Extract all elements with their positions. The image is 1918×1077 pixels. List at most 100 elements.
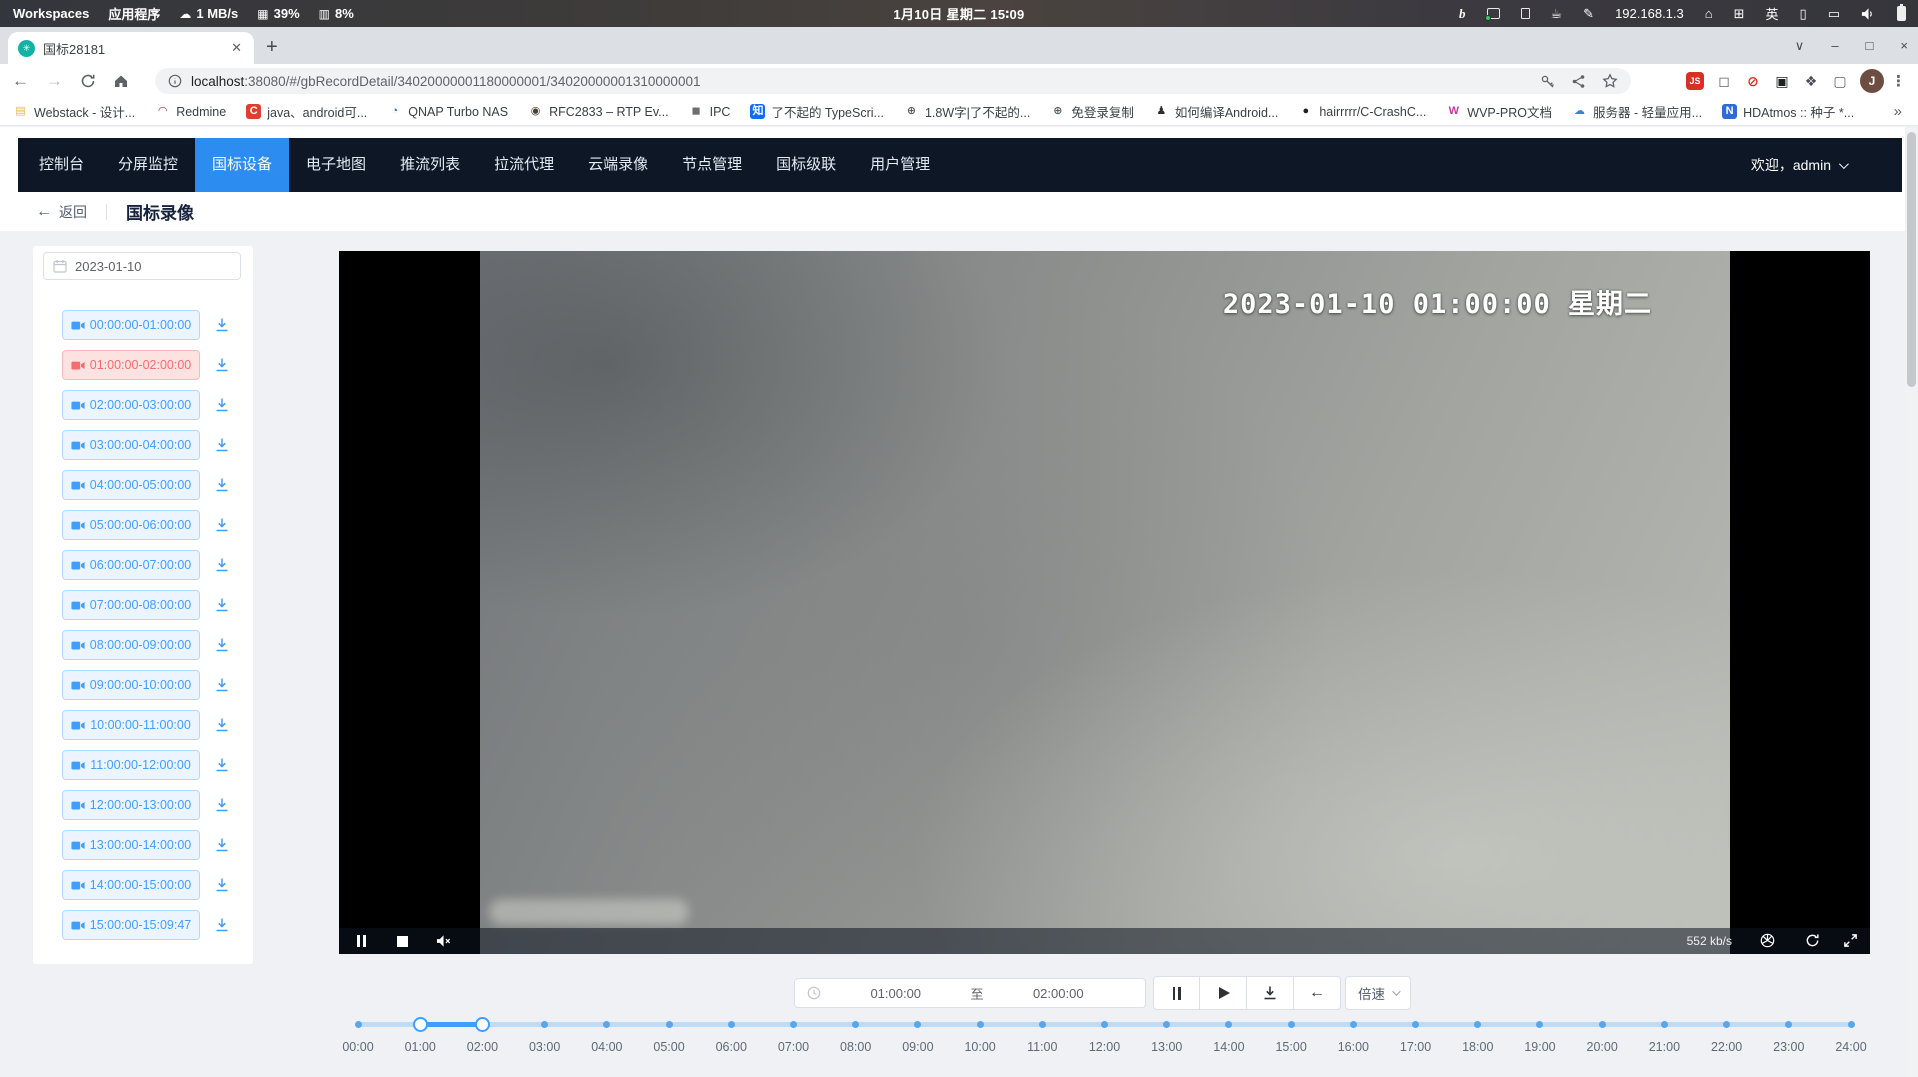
home-tray-icon[interactable]: ⌂ [1705,7,1713,20]
segment-download-icon[interactable] [214,517,230,533]
tray-b-icon[interactable]: b [1459,7,1466,20]
segment-download-icon[interactable] [214,557,230,573]
bookmark-item[interactable]: ◠ Redmine [155,104,226,119]
reload-button[interactable] [80,73,96,89]
bookmark-star-icon[interactable] [1602,73,1618,89]
segment-download-icon[interactable] [214,717,230,733]
bookmark-item[interactable]: ⊕ 1.8W字|了不起的... [904,102,1030,121]
segment-download-icon[interactable] [214,837,230,853]
extension-icon[interactable]: ❖ [1802,72,1820,90]
bookmark-item[interactable]: ◉ RFC2833 – RTP Ev... [528,104,669,119]
segment-download-icon[interactable] [214,597,230,613]
nav-tab[interactable]: 节点管理 [665,138,759,192]
share-icon[interactable] [1571,74,1586,89]
segment-download-icon[interactable] [214,437,230,453]
segment-button[interactable]: 09:00:00-10:00:00 [62,670,200,700]
range-start-value[interactable]: 01:00:00 [821,986,971,1001]
segment-button[interactable]: 03:00:00-04:00:00 [62,430,200,460]
workspaces-button[interactable]: Workspaces [13,6,89,21]
extension-icon[interactable]: J [1860,69,1884,93]
segment-button[interactable]: 07:00:00-08:00:00 [62,590,200,620]
page-scrollbar[interactable] [1905,127,1918,1077]
segment-download-icon[interactable] [214,637,230,653]
nav-tab[interactable]: 控制台 [22,138,101,192]
coffee-tray-icon[interactable]: ☕ [1551,7,1563,20]
player-refresh-icon[interactable] [1805,933,1820,953]
nav-tab[interactable]: 云端录像 [571,138,665,192]
fullscreen-icon[interactable] [1843,933,1858,953]
input-language-indicator[interactable]: 英 [1766,4,1779,23]
back-button[interactable]: ← [12,71,29,91]
player-stop-icon[interactable] [397,936,408,947]
window-minimize-button[interactable]: – [1831,38,1838,53]
segment-button[interactable]: 12:00:00-13:00:00 [62,790,200,820]
date-picker-input[interactable]: 2023-01-10 [43,252,241,280]
home-button[interactable] [113,73,129,89]
segment-button[interactable]: 13:00:00-14:00:00 [62,830,200,860]
download-button[interactable] [1247,976,1294,1010]
seek-back-button[interactable]: ← [1294,976,1341,1010]
segment-download-icon[interactable] [214,797,230,813]
bookmark-item[interactable]: ◼ IPC [689,104,731,119]
applications-menu[interactable]: 应用程序 [108,4,160,23]
segment-download-icon[interactable] [214,757,230,773]
segment-button[interactable]: 04:00:00-05:00:00 [62,470,200,500]
video-player[interactable]: 2023-01-10 01:00:00 星期二 552 kb/s [339,251,1870,954]
windows-tray-icon[interactable]: ⊞ [1734,7,1745,20]
pause-button[interactable] [1153,976,1200,1010]
address-bar[interactable]: localhost:38080/#/gbRecordDetail/3402000… [155,68,1631,94]
segment-button[interactable]: 00:00:00-01:00:00 [62,310,200,340]
segment-download-icon[interactable] [214,917,230,933]
nav-tab[interactable]: 用户管理 [853,138,947,192]
browser-tab[interactable]: ✳ 国标28181 ✕ [8,32,254,64]
cpu-indicator[interactable]: ▦ 39% [257,6,299,21]
scrollbar-thumb[interactable] [1907,132,1916,387]
bookmark-item[interactable]: ● hairrrrr/C-CrashC... [1298,104,1426,119]
back-arrow-icon[interactable]: ← [36,203,52,221]
window-close-button[interactable]: × [1900,38,1908,53]
back-link[interactable]: 返回 [59,202,87,222]
segment-download-icon[interactable] [214,477,230,493]
extension-icon[interactable]: ◻ [1715,72,1733,90]
nav-tab[interactable]: 电子地图 [289,138,383,192]
timeline-handle[interactable] [413,1017,428,1032]
segment-button[interactable]: 14:00:00-15:00:00 [62,870,200,900]
segment-button[interactable]: 08:00:00-09:00:00 [62,630,200,660]
segment-button[interactable]: 01:00:00-02:00:00 [62,350,200,380]
player-mute-icon[interactable] [436,934,452,953]
user-menu[interactable]: 欢迎，admin [1751,138,1874,192]
pen-tray-icon[interactable]: ✎ [1583,7,1594,20]
extension-icon[interactable]: ▣ [1773,72,1791,90]
segment-button[interactable]: 10:00:00-11:00:00 [62,710,200,740]
segment-button[interactable]: 06:00:00-07:00:00 [62,550,200,580]
bookmark-item[interactable]: ♟ 如何编译Android... [1154,102,1279,121]
playback-speed-button[interactable]: 倍速 [1345,976,1411,1010]
forward-button[interactable]: → [46,71,63,91]
tablet-icon[interactable]: ▯ [1800,7,1807,20]
bookmark-item[interactable]: W WVP-PRO文档 [1446,102,1552,121]
clock-menu[interactable]: 1月10日 星期二 15∶09 [893,4,1024,23]
new-tab-button[interactable]: + [266,33,278,61]
bookmark-item[interactable]: ☁ 服务器 - 轻量应用... [1572,102,1702,121]
bookmark-item[interactable]: ⊕ 免登录复制 [1050,102,1134,121]
screenshot-tray-icon[interactable] [1487,8,1500,19]
nav-tab[interactable]: 拉流代理 [477,138,571,192]
range-end-value[interactable]: 02:00:00 [984,986,1134,1001]
bookmark-item[interactable]: C java、android可... [246,102,367,121]
ip-address-indicator[interactable]: 192.168.1.3 [1615,6,1684,21]
tab-search-icon[interactable]: ∨ [1795,38,1805,54]
nav-tab[interactable]: 推流列表 [383,138,477,192]
timeline-handle[interactable] [475,1017,490,1032]
battery-icon[interactable] [1897,6,1906,21]
player-pause-icon[interactable] [357,935,366,947]
password-key-icon[interactable] [1540,74,1555,89]
segment-button[interactable]: 02:00:00-03:00:00 [62,390,200,420]
bookmark-item[interactable]: 知 了不起的 TypeScri... [750,102,884,121]
volume-icon[interactable] [1861,7,1876,21]
extension-icon[interactable]: ⊘ [1744,72,1762,90]
bookmarks-overflow-button[interactable]: » [1894,103,1902,120]
nav-tab[interactable]: 国标级联 [759,138,853,192]
network-indicator[interactable]: ☁ 1 MB/s [179,6,238,21]
window-maximize-button[interactable]: □ [1866,38,1874,53]
browser-menu-icon[interactable]: ⋮ [1891,72,1906,90]
